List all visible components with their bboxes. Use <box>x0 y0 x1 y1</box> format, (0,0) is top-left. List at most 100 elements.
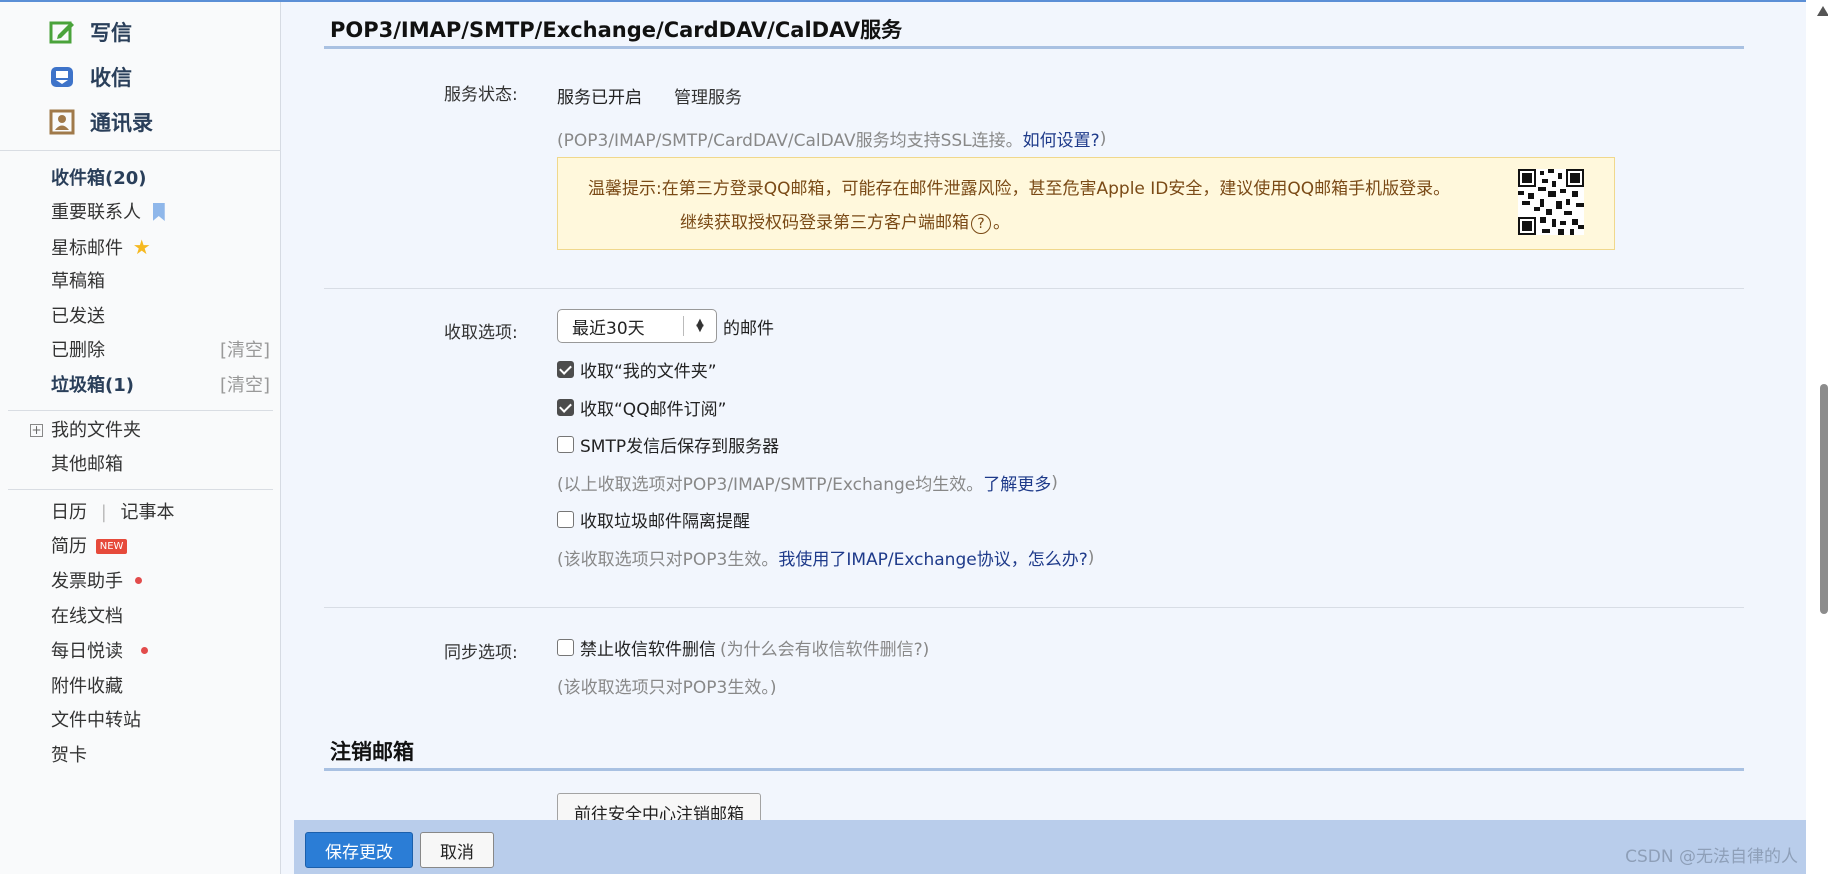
tool-attachments[interactable]: 附件收藏 <box>51 674 123 700</box>
section-divider <box>324 288 1744 289</box>
folder-vip-contacts[interactable]: 重要联系人 <box>51 200 165 226</box>
receive-range-suffix: 的邮件 <box>723 318 774 339</box>
option-no-delete[interactable]: 禁止收信软件删信 (为什么会有收信软件删信?) <box>557 635 929 660</box>
receive-note-1: (以上收取选项对POP3/IMAP/SMTP/Exchange均生效。 了解更多… <box>557 470 1058 496</box>
folder-drafts[interactable]: 草稿箱 <box>51 269 105 295</box>
bookmark-icon <box>152 203 165 221</box>
other-mailboxes[interactable]: 其他邮箱 <box>51 452 123 478</box>
calendar-link[interactable]: 日历 <box>51 502 87 523</box>
settings-panel: POP3/IMAP/SMTP/Exchange/CardDAV/CalDAV服务… <box>294 2 1794 874</box>
tool-daily-reading-label: 每日悦读 <box>51 641 123 662</box>
sidebar-divider <box>8 489 273 490</box>
select-arrows-icon: ▲ ▼ <box>683 316 716 336</box>
tool-file-transfer[interactable]: 文件中转站 <box>51 708 141 734</box>
contacts-button[interactable]: 通讯录 <box>48 106 153 138</box>
notification-dot <box>140 647 148 654</box>
receive-note-2: (该收取选项只对POP3生效。 我使用了IMAP/Exchange协议，怎么办?… <box>557 545 1095 571</box>
folder-sent[interactable]: 已发送 <box>51 304 105 330</box>
smtp-save-checkbox[interactable] <box>557 436 574 453</box>
cancel-button[interactable]: 取消 <box>420 832 494 868</box>
tool-invoice-label: 发票助手 <box>51 571 123 592</box>
spam-alert-option-label: 收取垃圾邮件隔离提醒 <box>580 512 750 532</box>
tool-calendar-notepad: 日历 | 记事本 <box>51 500 175 526</box>
manage-service-link[interactable]: 管理服务 <box>674 83 742 108</box>
clear-deleted-link[interactable]: [清空] <box>220 338 270 364</box>
subscriptions-checkbox[interactable] <box>557 399 574 416</box>
ssl-note-suffix: ) <box>1099 128 1107 149</box>
option-spam-alert[interactable]: 收取垃圾邮件隔离提醒 <box>557 507 750 532</box>
tool-daily-reading[interactable]: 每日悦读 <box>51 639 148 665</box>
tip-line-2-suffix: 。 <box>993 213 1010 233</box>
folder-spam[interactable]: 垃圾箱(1) <box>51 373 134 399</box>
contacts-icon <box>48 108 76 136</box>
service-status-label: 服务状态: <box>444 85 518 105</box>
option-my-folders[interactable]: 收取“我的文件夹” <box>557 357 717 382</box>
star-icon: ★ <box>132 235 151 259</box>
tip-line-2: 继续获取授权码登录第三方客户端邮箱?。 <box>680 208 1010 234</box>
my-folders-checkbox[interactable] <box>557 361 574 378</box>
spam-alert-checkbox[interactable] <box>557 511 574 528</box>
inbox-button[interactable]: 收信 <box>48 61 132 93</box>
receive-range-value: 最近30天 <box>572 318 645 339</box>
scrollbar-thumb[interactable] <box>1820 384 1828 614</box>
new-badge: NEW <box>95 539 128 554</box>
tool-resume[interactable]: 简历 NEW <box>51 534 128 560</box>
get-auth-code-link[interactable]: 继续获取授权码登录第三方客户端邮箱 <box>680 213 969 233</box>
why-delete-link[interactable]: (为什么会有收信软件删信?) <box>720 635 929 660</box>
ssl-note: (POP3/IMAP/SMTP/CardDAV/CalDAV服务均支持SSL连接… <box>557 126 1107 152</box>
sidebar-divider <box>8 410 273 411</box>
notepad-link[interactable]: 记事本 <box>121 502 175 523</box>
scroll-up-icon[interactable] <box>1817 6 1828 16</box>
section-divider <box>324 607 1744 608</box>
option-smtp-save[interactable]: SMTP发信后保存到服务器 <box>557 432 779 457</box>
receive-note-1-suffix: ) <box>1051 472 1058 493</box>
smtp-save-option-label: SMTP发信后保存到服务器 <box>580 437 780 457</box>
tool-resume-label: 简历 <box>51 536 87 557</box>
my-folders[interactable]: 我的文件夹 <box>51 418 141 444</box>
tool-divider: | <box>100 502 107 523</box>
no-delete-checkbox[interactable] <box>557 639 574 656</box>
warning-tip-box: 温馨提示:在第三方登录QQ邮箱，可能存在邮件泄露风险，甚至危害Apple ID安… <box>557 157 1615 250</box>
folder-deleted[interactable]: 已删除 <box>51 338 105 364</box>
cancel-mailbox-title: 注销邮箱 <box>330 740 414 764</box>
sidebar: 写信 收信 通讯录 收件箱(20) 重要联系人 星标邮件 ★ 草稿箱 已发送 已… <box>0 2 281 874</box>
learn-more-link[interactable]: 了解更多 <box>983 470 1051 495</box>
title-rule <box>324 768 1744 771</box>
option-subscriptions[interactable]: 收取“QQ邮件订阅” <box>557 395 726 420</box>
compose-button[interactable]: 写信 <box>48 16 132 48</box>
my-folders-option-label: 收取“我的文件夹” <box>580 362 717 382</box>
folder-starred-label: 星标邮件 <box>51 238 123 259</box>
compose-icon <box>48 18 76 46</box>
service-status-value: 服务已开启 <box>557 88 642 108</box>
how-to-setup-link[interactable]: 如何设置? <box>1023 126 1100 151</box>
sidebar-divider <box>0 150 281 151</box>
help-icon[interactable]: ? <box>971 214 991 234</box>
tip-line-1: 温馨提示:在第三方登录QQ邮箱，可能存在邮件泄露风险，甚至危害Apple ID安… <box>588 179 1451 199</box>
service-status-row: 服务已开启 管理服务 <box>557 83 742 108</box>
receive-range-select[interactable]: 最近30天 ▲ ▼ <box>557 309 717 343</box>
ssl-note-prefix: (POP3/IMAP/SMTP/CardDAV/CalDAV服务均支持SSL连接… <box>557 131 1023 151</box>
receive-note-2-suffix: ) <box>1087 547 1095 568</box>
qr-code-icon <box>1518 169 1584 240</box>
tool-online-docs[interactable]: 在线文档 <box>51 604 123 630</box>
expand-icon[interactable]: + <box>30 424 43 437</box>
sync-options-label: 同步选项: <box>444 643 518 663</box>
receive-options-label: 收取选项: <box>444 323 518 343</box>
imap-exchange-help-link[interactable]: 我使用了IMAP/Exchange协议，怎么办? <box>778 545 1087 570</box>
action-bar: 保存更改 取消 <box>294 820 1806 874</box>
clear-spam-link[interactable]: [清空] <box>220 373 270 399</box>
receive-note-1-prefix: (以上收取选项对POP3/IMAP/SMTP/Exchange均生效。 <box>557 475 984 495</box>
subscriptions-option-label: 收取“QQ邮件订阅” <box>580 400 727 420</box>
notification-dot <box>134 577 142 584</box>
compose-label: 写信 <box>90 21 132 45</box>
folder-vip-contacts-label: 重要联系人 <box>51 202 141 223</box>
service-section-title: POP3/IMAP/SMTP/Exchange/CardDAV/CalDAV服务 <box>330 18 903 42</box>
tool-cards[interactable]: 贺卡 <box>51 743 87 769</box>
folder-starred[interactable]: 星标邮件 ★ <box>51 234 151 260</box>
save-button[interactable]: 保存更改 <box>305 832 413 868</box>
watermark: CSDN @无法自律的人 <box>1625 847 1798 867</box>
tool-invoice[interactable]: 发票助手 <box>51 569 142 595</box>
inbox-icon <box>48 63 76 91</box>
receive-range-row: 最近30天 ▲ ▼ 的邮件 <box>557 309 774 343</box>
folder-inbox[interactable]: 收件箱(20) <box>51 166 147 192</box>
